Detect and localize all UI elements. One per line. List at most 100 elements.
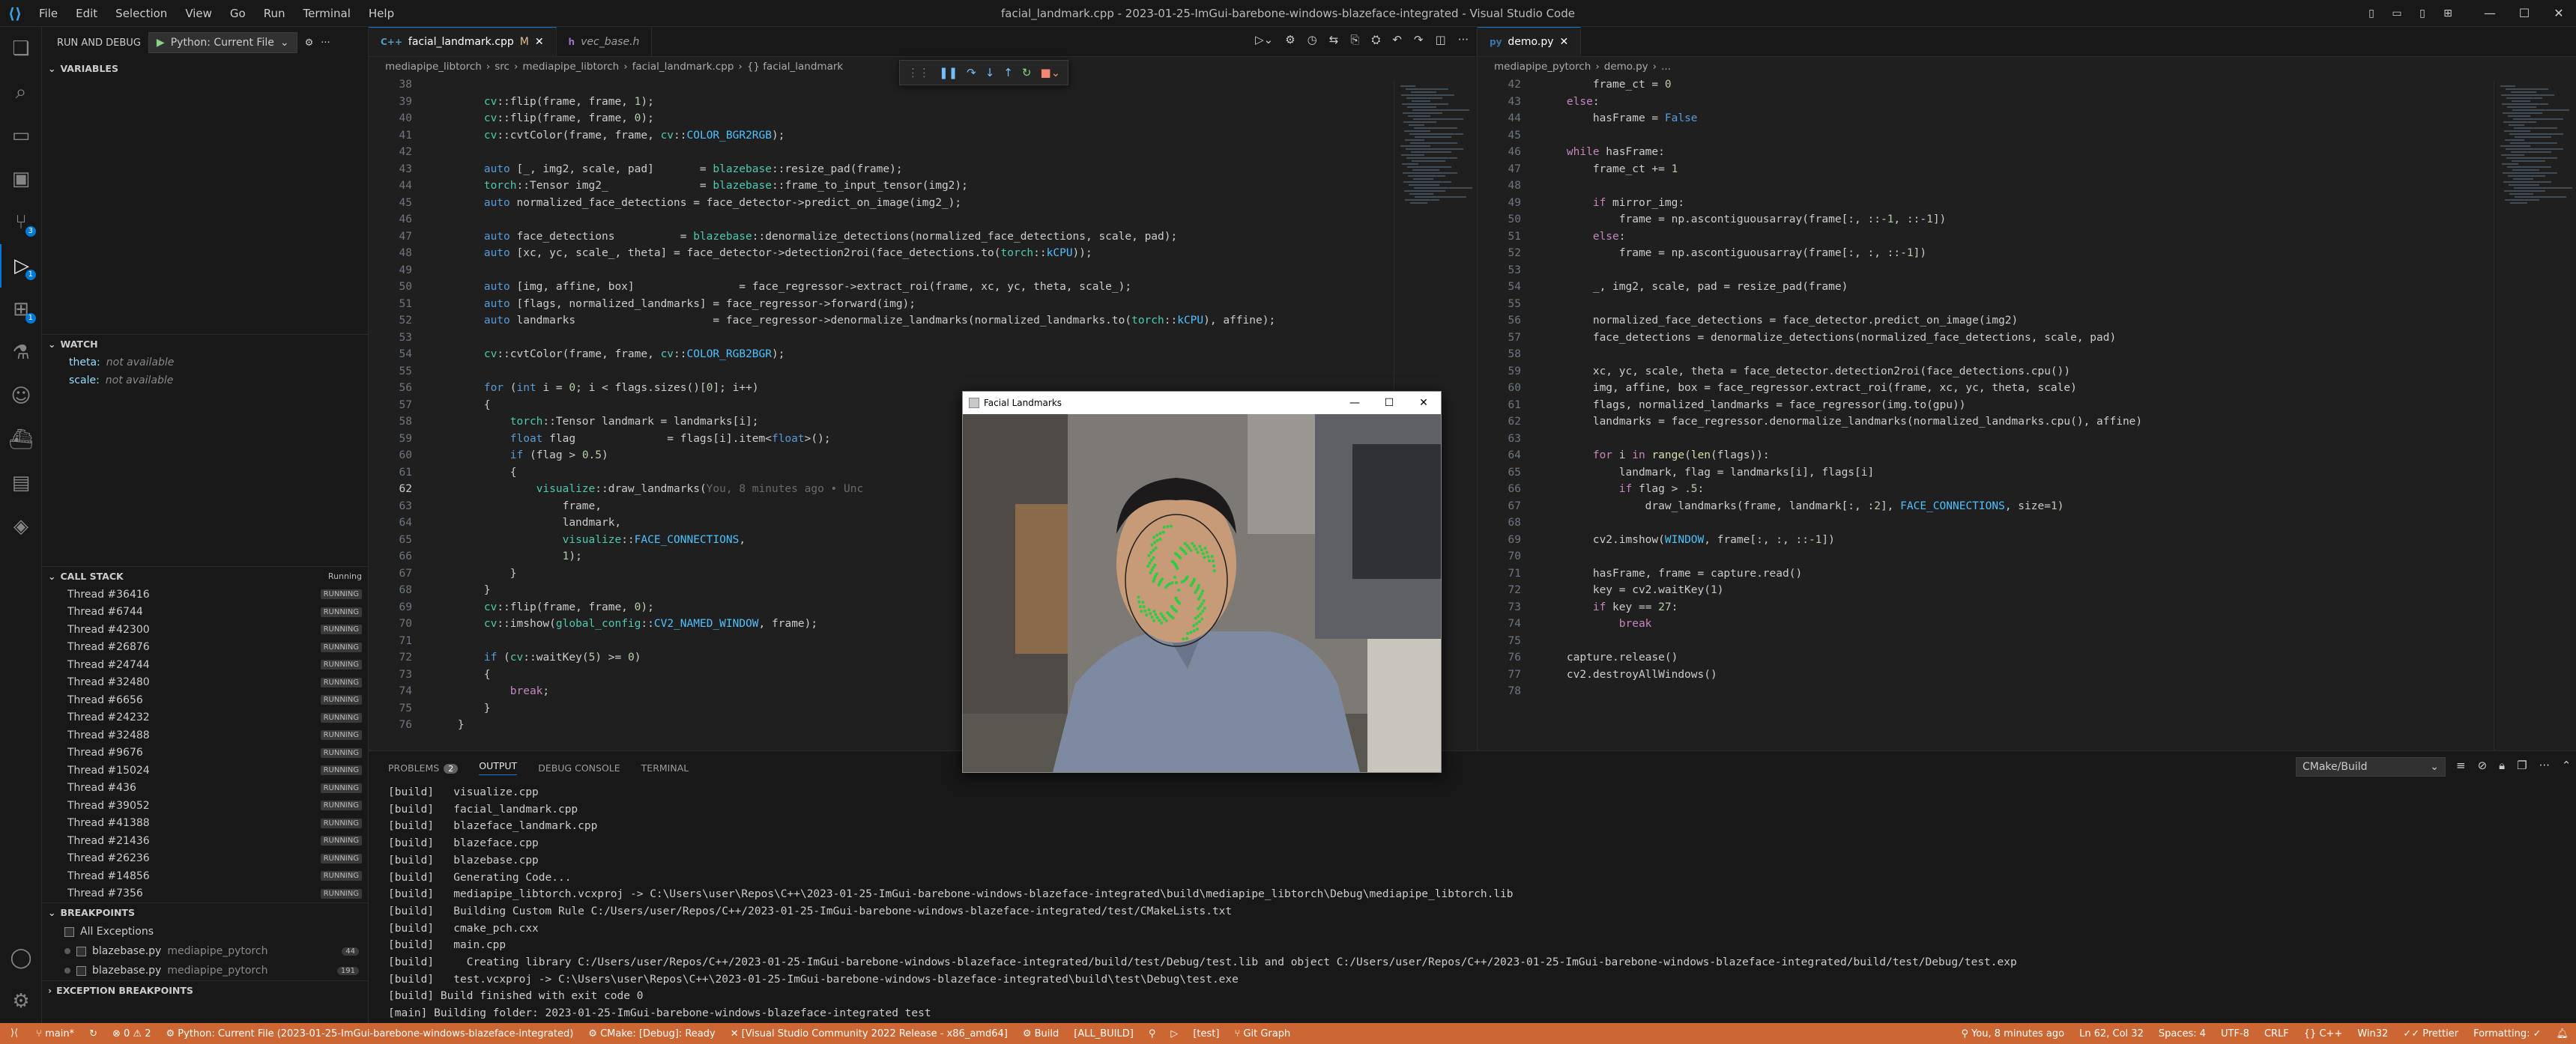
language-mode[interactable]: {} C++ [2297,1028,2350,1040]
code-line[interactable]: visualize::FACE_CONNECTIONS, [432,532,746,549]
code-line[interactable]: frame_ct = 0 [1541,76,1672,94]
line-number[interactable]: 75 [1478,633,1521,650]
line-number[interactable]: 61 [1478,397,1521,414]
restart-icon[interactable]: ↻ [1022,66,1032,79]
stop-icon[interactable]: ■⌄ [1040,66,1060,79]
menu-view[interactable]: View [176,0,221,27]
menu-edit[interactable]: Edit [67,0,106,27]
code-line[interactable]: float flag = flags[i].item<float>(); [432,431,831,448]
launch-button-icon[interactable]: ▷ [1163,1028,1185,1040]
thread-row[interactable]: Thread #39052 RUNNING [42,797,368,815]
line-number[interactable]: 59 [369,431,412,448]
code-line[interactable]: { [432,667,491,684]
line-number[interactable]: 70 [1478,548,1521,565]
build-target[interactable]: [ALL_BUILD] [1066,1028,1141,1040]
line-number[interactable]: 53 [369,330,412,347]
line-number[interactable]: 47 [369,228,412,246]
line-number[interactable]: 52 [1478,245,1521,262]
code-line[interactable]: cv::cvtColor(frame, frame, cv::COLOR_RGB… [432,346,785,363]
line-number[interactable]: 63 [1478,431,1521,448]
more-actions-icon[interactable]: ··· [1458,33,1469,46]
gear-icon[interactable]: ⚙ [305,37,314,49]
tab-problems[interactable]: PROBLEMS 2 [388,762,459,774]
cmake-status[interactable]: ⚙ CMake: [Debug]: Ready [581,1028,722,1040]
line-number[interactable]: 43 [1478,94,1521,111]
code-line[interactable]: img, affine, box = face_regressor.extrac… [1541,380,2077,397]
open-changes-icon[interactable]: ⎘ [1350,33,1359,46]
code-line[interactable]: landmark, flag = landmarks[i], flags[i] [1541,464,1874,482]
tab-terminal[interactable]: TERMINAL [641,762,689,774]
breakpoint-item[interactable]: blazebase.py mediapipe_pytorch 44 [42,941,368,961]
debug-config-status[interactable]: ⚙ Python: Current File (2023-01-25-ImGui… [158,1028,581,1040]
line-number[interactable]: 65 [1478,464,1521,482]
code-line[interactable]: cv2.imshow(WINDOW, frame[:, :, ::-1]) [1541,532,1835,549]
kit-status[interactable]: ✕ [Visual Studio Community 2022 Release … [723,1028,1015,1040]
code-line[interactable]: visualize::draw_landmarks(You, 8 minutes… [432,481,864,498]
line-number[interactable]: 45 [369,195,412,212]
thread-row[interactable]: Thread #9676 RUNNING [42,744,368,762]
menu-selection[interactable]: Selection [106,0,176,27]
line-number[interactable]: 43 [369,161,412,178]
formatting-status[interactable]: Formatting: ✓ [2466,1028,2548,1040]
line-number[interactable]: 67 [1478,498,1521,515]
run-icon[interactable]: ▷⌄ [1255,33,1273,46]
forward-icon[interactable]: ↷ [1414,33,1424,46]
window-titlebar[interactable]: Facial Landmarks — ☐ ✕ [963,392,1441,414]
code-line[interactable]: auto [img, affine, box] = face_regressor… [432,279,1131,296]
code-line[interactable]: auto landmarks = face_regressor->denorma… [432,312,1275,330]
indentation[interactable]: Spaces: 4 [2151,1028,2213,1040]
line-number[interactable]: 46 [369,211,412,228]
copilot-icon[interactable]: ☺ [0,374,42,418]
source-control-icon[interactable]: ⑂ 3 [0,201,42,244]
back-icon[interactable]: ↶ [1392,33,1402,46]
exception-breakpoints-header[interactable]: › EXCEPTION BREAKPOINTS [42,980,368,1000]
code-line[interactable]: key = cv2.waitKey(1) [1541,582,1724,599]
prettier-status[interactable]: ✓✓ Prettier [2395,1028,2466,1040]
manage-gear-icon[interactable]: ⚙ [0,980,42,1023]
line-number[interactable]: 56 [1478,312,1521,330]
search-icon[interactable]: ⌕ [0,70,42,114]
line-number[interactable]: 48 [1478,177,1521,195]
line-number[interactable]: 51 [369,296,412,313]
thread-row[interactable]: Thread #26236 RUNNING [42,850,368,868]
line-number[interactable]: 40 [369,110,412,127]
thread-row[interactable]: Thread #436 RUNNING [42,780,368,798]
code-line[interactable]: } [432,717,465,734]
output-log[interactable]: [build] visualize.cpp [build] facial_land… [388,784,2017,1022]
code-line[interactable]: auto normalized_face_detections = face_d… [432,195,961,212]
thread-row[interactable]: Thread #14856 RUNNING [42,867,368,885]
checkbox[interactable] [76,946,86,956]
customize-layout-icon[interactable]: ⊞ [2437,0,2459,27]
watch-item[interactable]: scale: not available [42,371,368,389]
checkbox[interactable] [76,965,86,976]
thread-row[interactable]: Thread #24232 RUNNING [42,709,368,727]
breadcrumb-item[interactable]: mediapipe_pytorch [1494,61,1591,73]
thread-row[interactable]: Thread #26876 RUNNING [42,639,368,657]
close-icon[interactable]: ✕ [535,36,544,48]
code-line[interactable]: cv::flip(frame, frame, 0); [432,110,654,127]
git-blame-icon[interactable]: ⛭ [1371,33,1380,46]
code-line[interactable]: xc, yc, scale, theta = face_detector.det… [1541,363,2070,380]
line-number[interactable]: 55 [369,363,412,380]
remote-icon[interactable]: ▣ [0,157,42,201]
docker-icon[interactable]: ⛴ [0,418,42,461]
checkbox[interactable] [64,926,74,937]
code-line[interactable]: if mirror_img: [1541,195,1684,212]
code-line[interactable]: else: [1541,94,1600,111]
breadcrumb-item[interactable]: mediapipe_libtorch [522,61,619,73]
thread-row[interactable]: Thread #15024 RUNNING [42,762,368,780]
line-number[interactable]: 69 [369,599,412,616]
code-line[interactable]: cv2.destroyAllWindows() [1541,667,1717,684]
jam-icon[interactable]: ▤ [0,461,42,505]
testing-icon[interactable]: ⚗ [0,331,42,374]
line-number[interactable]: 57 [369,397,412,414]
code-line[interactable]: torch::Tensor landmark = landmarks[i]; [432,413,759,431]
problems-status[interactable]: ⊗ 0 ⚠ 2 [105,1028,159,1040]
line-number[interactable]: 55 [1478,296,1521,313]
line-number[interactable]: 71 [1478,565,1521,583]
breadcrumb-item[interactable]: demo.py [1604,61,1648,73]
code-line[interactable]: cv::cvtColor(frame, frame, cv::COLOR_BGR… [432,127,785,145]
tab-facial-landmark[interactable]: C++ facial_landmark.cpp M ✕ [369,27,557,56]
line-number[interactable]: 50 [369,279,412,296]
code-line[interactable]: break [1541,616,1652,633]
